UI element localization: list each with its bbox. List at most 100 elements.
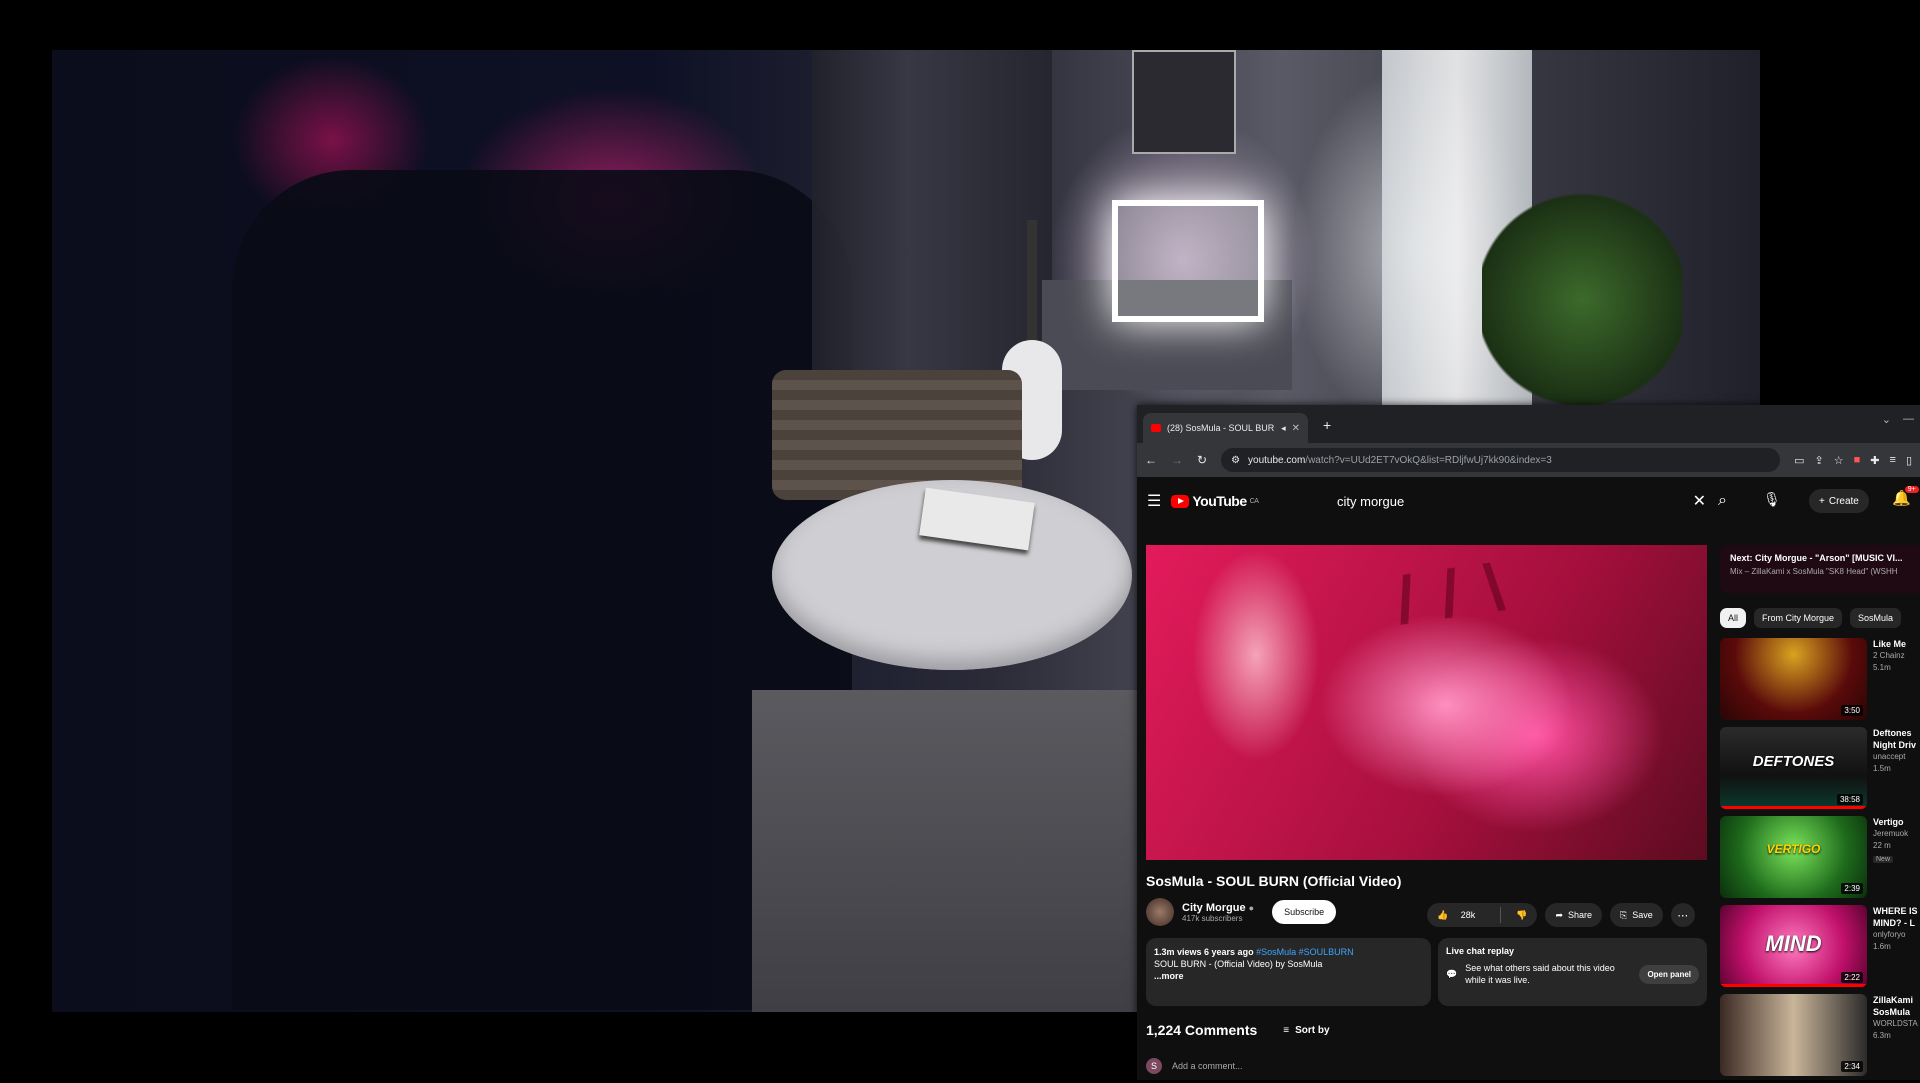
video-thumbnail[interactable]: DEFTONES 38:58 xyxy=(1720,727,1867,809)
duration-badge: 2:34 xyxy=(1841,1061,1863,1072)
description-box[interactable]: 1.3m views 6 years ago #SosMula #SOULBUR… xyxy=(1146,938,1431,1006)
save-button[interactable]: ⎘ Save xyxy=(1610,903,1663,927)
reload-icon[interactable]: ↻ xyxy=(1197,453,1207,467)
thumbnail-text: VERTIGO xyxy=(1766,842,1821,856)
divider xyxy=(1500,907,1502,923)
create-button[interactable]: + Create xyxy=(1809,489,1869,513)
video-player[interactable]: / / \ xyxy=(1146,545,1707,860)
duration-badge: 3:50 xyxy=(1841,705,1863,716)
search-icon[interactable]: ⌕ xyxy=(1718,492,1727,510)
back-icon[interactable]: ← xyxy=(1145,453,1157,467)
description-meta: 1.3m views 6 years ago xyxy=(1154,947,1254,957)
dislike-icon[interactable]: 👎 xyxy=(1506,910,1537,921)
channel-avatar[interactable] xyxy=(1146,898,1174,926)
video-thumbnail[interactable]: MIND 2:22 xyxy=(1720,905,1867,987)
recommendation-item[interactable]: 2:34 ZillaKami SosMula WORLDSTA 6.3m xyxy=(1720,994,1920,1079)
logo-text: YouTube xyxy=(1192,493,1247,509)
side-panel-icon[interactable]: ▯ xyxy=(1906,454,1912,467)
menu-icon[interactable]: ☰ xyxy=(1147,491,1161,511)
channel-row: City Morgue ● 417k subscribers Subscribe xyxy=(1146,898,1337,926)
search-input[interactable]: city morgue xyxy=(1337,494,1693,509)
subscribe-button[interactable]: Subscribe xyxy=(1272,900,1337,924)
address-bar[interactable]: ⚙ youtube.com/watch?v=UUd2ET7vOkQ&list=R… xyxy=(1221,448,1781,472)
rec-meta: 22 m xyxy=(1873,841,1891,850)
recommendation-item[interactable]: DEFTONES 38:58 Deftones Night Driv unacc… xyxy=(1720,727,1920,812)
close-tab-icon[interactable]: ✕ xyxy=(1292,423,1300,434)
comments-header: 1,224 Comments ≡ Sort by xyxy=(1146,1022,1330,1038)
clear-search-icon[interactable]: ✕ xyxy=(1693,491,1706,511)
description-tags[interactable]: #SosMula #SOULBURN xyxy=(1256,947,1354,957)
search-box[interactable]: city morgue ✕ ⌕ xyxy=(1337,487,1727,515)
tab-title: (28) SosMula - SOUL BURN xyxy=(1167,423,1276,433)
forward-icon[interactable]: → xyxy=(1171,453,1183,467)
save-label: Save xyxy=(1632,910,1653,920)
duration-badge: 2:39 xyxy=(1841,883,1863,894)
recommendation-item[interactable]: 3:50 Like Me 2 Chainz 5.1m xyxy=(1720,638,1920,723)
rec-channel: onlyforyo xyxy=(1873,930,1906,939)
speaker-icon[interactable]: ◂ xyxy=(1281,423,1286,434)
site-info-icon[interactable]: ⚙ xyxy=(1231,455,1240,466)
video-title: SosMula - SOUL BURN (Official Video) xyxy=(1146,873,1402,889)
logo-region: CA xyxy=(1249,497,1259,505)
new-tab-icon[interactable]: + xyxy=(1323,417,1331,433)
tab-search-icon[interactable]: ⌄ xyxy=(1882,413,1891,426)
browser-tab[interactable]: (28) SosMula - SOUL BURN ◂ ✕ xyxy=(1143,413,1308,443)
open-panel-button[interactable]: Open panel xyxy=(1639,964,1699,984)
description-more-link[interactable]: ...more xyxy=(1154,970,1423,982)
rec-title: Deftones xyxy=(1873,728,1912,738)
live-chat-replay-box: Live chat replay 💬 See what others said … xyxy=(1438,938,1707,1006)
video-thumbnail[interactable]: VERTIGO 2:39 xyxy=(1720,816,1867,898)
sort-button[interactable]: ≡ Sort by xyxy=(1283,1025,1329,1036)
sort-icon: ≡ xyxy=(1283,1024,1290,1036)
microphone-icon[interactable]: 🎙 xyxy=(1763,491,1781,508)
rec-title-line2: MIND? - L xyxy=(1873,918,1915,928)
like-count: 28k xyxy=(1460,909,1476,920)
reading-list-icon[interactable]: ≡ xyxy=(1890,454,1896,467)
share-button[interactable]: ➦ Share xyxy=(1545,903,1603,927)
new-badge: New xyxy=(1873,856,1894,863)
video-actions: 👍 28k 👎 ➦ Share ⎘ Save ⋯ xyxy=(1427,903,1695,927)
video-thumbnail[interactable]: 2:34 xyxy=(1720,994,1867,1076)
recommendations-list: 3:50 Like Me 2 Chainz 5.1m DEFTONES 38:5… xyxy=(1720,638,1920,1083)
minimize-icon[interactable]: — xyxy=(1903,413,1914,426)
live-chat-title: Live chat replay xyxy=(1446,946,1515,956)
recommendation-item[interactable]: MIND 2:22 WHERE IS MIND? - L onlyforyo 1… xyxy=(1720,905,1920,990)
puzzle-icon[interactable]: ✚ xyxy=(1870,454,1879,467)
chip-from-city-morgue[interactable]: From City Morgue xyxy=(1754,608,1843,628)
share-page-icon[interactable]: ⇪ xyxy=(1815,454,1824,467)
bookmark-star-icon[interactable]: ☆ xyxy=(1834,454,1844,467)
rec-title-line2: Night Driv xyxy=(1873,740,1917,750)
recommendation-item[interactable]: VERTIGO 2:39 Vertigo Jeremuok 22 m New xyxy=(1720,816,1920,901)
filter-chips: All From City Morgue SosMula xyxy=(1720,608,1902,628)
rec-title: Like Me xyxy=(1873,639,1907,649)
up-next-banner[interactable]: Next: City Morgue - "Arson" [MUSIC VI...… xyxy=(1720,545,1920,593)
live-chat-text: See what others said about this video wh… xyxy=(1465,963,1615,985)
video-thumbnail[interactable]: 3:50 xyxy=(1720,638,1867,720)
like-button[interactable]: 👍 28k xyxy=(1427,910,1495,921)
youtube-header: ☰ YouTube CA city morgue ✕ ⌕ 🎙 + Create … xyxy=(1137,477,1920,525)
rec-title: WHERE IS xyxy=(1873,906,1918,916)
rec-meta: 1.5m xyxy=(1873,764,1891,773)
url-host: youtube.com xyxy=(1248,454,1306,466)
chip-all[interactable]: All xyxy=(1720,608,1747,628)
share-label: Share xyxy=(1568,910,1593,920)
notifications-icon[interactable]: 🔔 9+ xyxy=(1892,486,1919,507)
description-text: SOUL BURN - (Official Video) by SosMula xyxy=(1154,959,1323,969)
duration-badge: 2:22 xyxy=(1841,972,1863,983)
guitar-neck xyxy=(1027,220,1037,350)
install-icon[interactable]: ▭ xyxy=(1794,454,1804,467)
verified-icon: ● xyxy=(1248,902,1255,913)
chip-sosmula[interactable]: SosMula xyxy=(1850,608,1902,628)
channel-name[interactable]: City Morgue xyxy=(1182,902,1246,914)
room-floor xyxy=(752,690,1172,1012)
youtube-logo[interactable]: YouTube CA xyxy=(1171,493,1259,509)
rec-title-line2: SosMula xyxy=(1873,1007,1911,1017)
comment-input[interactable]: Add a comment... xyxy=(1172,1061,1243,1071)
address-bar-row: ← → ↻ ⚙ youtube.com/watch?v=UUd2ET7vOkQ&… xyxy=(1137,443,1920,477)
room-pouf xyxy=(772,370,1022,500)
extension-icon[interactable]: ■ xyxy=(1854,454,1861,467)
thumbnail-text: MIND xyxy=(1765,931,1822,956)
more-actions-icon[interactable]: ⋯ xyxy=(1670,903,1695,927)
comment-count: 1,224 Comments xyxy=(1146,1022,1258,1038)
rec-channel: 2 Chainz xyxy=(1873,651,1905,660)
